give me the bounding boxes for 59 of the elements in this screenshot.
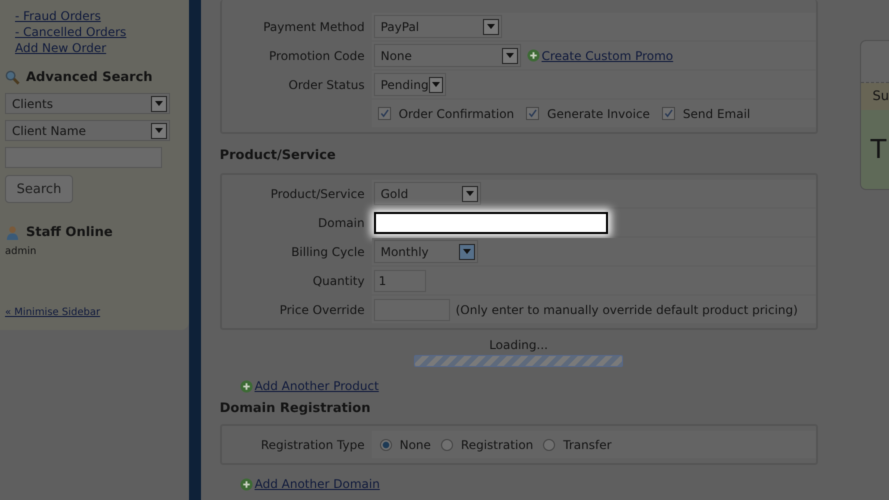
checkbox[interactable] bbox=[378, 107, 391, 120]
radio-button[interactable] bbox=[543, 438, 556, 450]
plus-icon bbox=[240, 478, 253, 490]
radio-label: Transfer bbox=[563, 438, 612, 452]
search-button[interactable]: Search bbox=[5, 175, 73, 203]
staff-name: admin bbox=[5, 246, 38, 257]
card-heading: T bbox=[870, 134, 886, 164]
hint-text: (Only enter to manually override default product pricing) bbox=[456, 302, 798, 316]
field-label: Product/Service bbox=[270, 186, 366, 200]
radio-label: Registration bbox=[460, 438, 534, 452]
radio-label: None bbox=[400, 438, 431, 452]
caret-icon bbox=[486, 24, 495, 29]
plus-icon bbox=[240, 380, 253, 392]
field-label: Order Status bbox=[287, 78, 366, 92]
field-label: Domain bbox=[317, 216, 366, 230]
caret-icon bbox=[155, 128, 163, 133]
caret-icon bbox=[432, 82, 440, 87]
dropdown[interactable]: Monthly bbox=[374, 240, 478, 263]
add-domain-link[interactable]: Add Another Domain bbox=[254, 477, 380, 491]
caret-icon bbox=[462, 249, 471, 254]
caret-icon bbox=[466, 191, 474, 196]
highlighted-input-field[interactable] bbox=[374, 212, 608, 234]
plus-icon bbox=[526, 49, 540, 62]
dropdown[interactable]: PayPal bbox=[374, 15, 502, 38]
caret-icon bbox=[506, 53, 514, 58]
field-label: Promotion Code bbox=[268, 48, 366, 62]
checkbox-label: Generate Invoice bbox=[547, 106, 650, 120]
add-product-link[interactable]: Add Another Product bbox=[254, 379, 379, 393]
search-icon bbox=[5, 70, 20, 85]
dropdown[interactable]: Gold bbox=[374, 182, 481, 205]
card-subtitle: Su bbox=[872, 89, 889, 104]
dropdown[interactable]: Pending bbox=[374, 73, 446, 96]
order-link[interactable]: - Fraud Orders bbox=[15, 8, 189, 24]
checkbox[interactable] bbox=[662, 107, 675, 120]
radio-button[interactable] bbox=[440, 438, 453, 450]
section-heading: Product/Service bbox=[220, 148, 337, 163]
checkbox[interactable] bbox=[526, 107, 540, 120]
field-label: Billing Cycle bbox=[290, 244, 366, 258]
field-label: Price Override bbox=[278, 302, 366, 316]
create-promo-link[interactable]: Create Custom Promo bbox=[542, 48, 674, 62]
caret-icon bbox=[155, 101, 163, 106]
person-icon bbox=[5, 225, 20, 240]
order-link[interactable]: - Cancelled Orders bbox=[15, 24, 189, 40]
radio-button[interactable] bbox=[380, 438, 392, 450]
dropdown[interactable]: Client Name bbox=[5, 120, 170, 141]
order-link[interactable]: Add New Order bbox=[15, 40, 189, 56]
section-title: Staff Online bbox=[26, 225, 113, 240]
section-title: Advanced Search bbox=[26, 70, 153, 85]
input-field[interactable]: 1 bbox=[374, 270, 426, 292]
dropdown[interactable]: Clients bbox=[5, 93, 170, 114]
loading-text: Loading... bbox=[489, 338, 548, 352]
checkbox-label: Order Confirmation bbox=[398, 106, 514, 120]
checkbox-label: Send Email bbox=[682, 106, 750, 120]
field-label: Payment Method bbox=[262, 20, 366, 34]
field-label: Registration Type bbox=[260, 438, 366, 452]
section-heading: Domain Registration bbox=[220, 401, 372, 416]
minimise-sidebar-link[interactable]: « Minimise Sidebar bbox=[5, 307, 189, 318]
dropdown[interactable]: None bbox=[374, 44, 521, 67]
field-label: Quantity bbox=[312, 274, 366, 288]
